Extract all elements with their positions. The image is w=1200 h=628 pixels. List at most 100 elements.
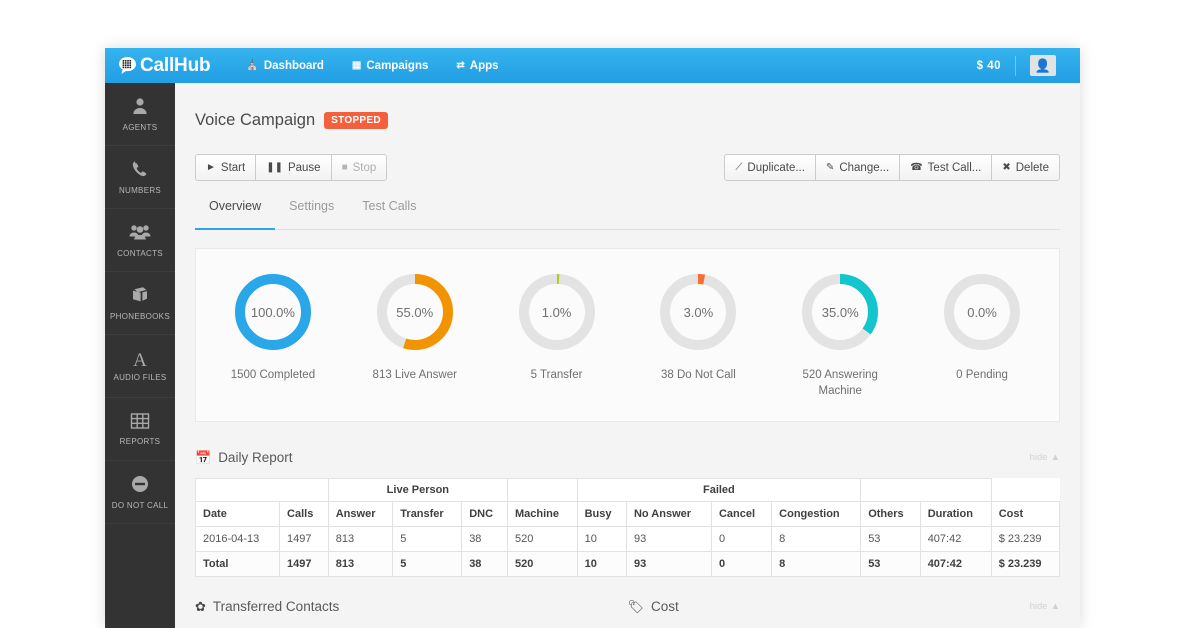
playback-button-group: ► Start ❚❚ Pause ■ Stop	[195, 154, 388, 181]
table-cell: 53	[860, 551, 921, 578]
sidebar-item-do-not-call-label: DO NOT CALL	[111, 501, 169, 510]
phone-icon	[130, 159, 150, 183]
top-navbar: CallHub ⛪ Dashboard ▦ Campaigns ⇄ Apps $…	[105, 48, 1080, 83]
table-column-header: Congestion	[771, 501, 862, 528]
daily-report-hide-toggle[interactable]: hide ▲	[1030, 452, 1060, 463]
table-column-header: Answer	[327, 501, 394, 528]
sidebar-item-phonebooks[interactable]: PHONEBOOKS	[105, 272, 175, 335]
test-call-button[interactable]: ☎ Test Call...	[900, 154, 993, 181]
transferred-contacts-title: ✿ Transferred Contacts	[195, 599, 339, 614]
sidebar-item-agents[interactable]: AGENTS	[105, 83, 175, 146]
delete-button[interactable]: ✖ Delete	[992, 154, 1060, 181]
action-toolbar: ► Start ❚❚ Pause ■ Stop ⟋ Duplicate... ✎…	[195, 154, 1060, 181]
stop-icon: ■	[341, 161, 348, 173]
nav-item-campaigns[interactable]: ▦ Campaigns	[338, 48, 442, 83]
navbar-right: $ 40 👤	[963, 48, 1080, 83]
sidebar-item-numbers-label: NUMBERS	[118, 186, 162, 195]
change-button[interactable]: ✎ Change...	[815, 154, 901, 181]
donut-percent-label: 100.0%	[250, 304, 295, 320]
pause-button[interactable]: ❚❚ Pause	[256, 154, 332, 181]
table-cell: 2016-04-13	[194, 526, 281, 553]
table-cell: 813	[327, 526, 394, 553]
table-cell: 1497	[279, 526, 329, 553]
table-cell: 520	[506, 526, 578, 553]
donut-percent-label: 3.0%	[683, 304, 714, 320]
table-cell: 38	[461, 551, 508, 578]
sidebar-item-reports[interactable]: REPORTS	[105, 398, 175, 461]
donut-chart: 100.0%	[230, 269, 316, 355]
letter-a-icon: A	[133, 349, 147, 371]
table-column-header: Calls	[279, 501, 329, 528]
tab-overview[interactable]: Overview	[195, 199, 276, 230]
table-column-header: Cost	[990, 501, 1061, 528]
speech-bubble-grid-icon	[118, 56, 137, 75]
donut-percent-label: 35.0%	[821, 304, 859, 320]
sidebar-item-numbers[interactable]: NUMBERS	[105, 146, 175, 209]
brand-logo[interactable]: CallHub	[118, 56, 211, 75]
table-cell: 520	[506, 551, 578, 578]
table-cell: 38	[461, 526, 508, 553]
table-cell: 93	[625, 551, 712, 578]
table-cell: 407:42	[919, 551, 992, 578]
table-cell: 0	[710, 526, 773, 553]
shuffle-icon: ⇄	[456, 60, 465, 71]
daily-report-header: 📅 Daily Report hide ▲	[195, 446, 1060, 468]
sidebar-item-reports-label: REPORTS	[119, 437, 161, 446]
nav-links: ⛪ Dashboard ▦ Campaigns ⇄ Apps	[232, 48, 512, 83]
table-group-header: Failed	[576, 478, 862, 503]
table-group-header-row: Live Person Failed	[195, 478, 1060, 503]
donut-caption: 5 Transfer	[530, 369, 583, 381]
pause-icon: ❚❚	[266, 161, 283, 173]
donut-chart: 3.0%	[655, 269, 741, 355]
donut-caption: 813 Live Answer	[372, 369, 457, 381]
sidebar: AGENTS NUMBERS CONTACTS PHONEBOOKS A AUD…	[105, 83, 175, 628]
daily-report-hide-label: hide	[1029, 451, 1048, 463]
table-column-header: Others	[860, 501, 921, 528]
book-icon	[130, 285, 150, 309]
main-content: Voice Campaign STOPPED ► Start ❚❚ Pause …	[175, 83, 1080, 628]
cost-section: 🏷 Cost hide ▲	[628, 599, 1061, 614]
stop-button[interactable]: ■ Stop	[331, 154, 388, 181]
avatar[interactable]: 👤	[1030, 55, 1056, 76]
daily-report-title: 📅 Daily Report	[195, 450, 292, 465]
table-column-header: Duration	[919, 501, 992, 528]
tab-settings[interactable]: Settings	[275, 199, 348, 230]
nav-item-apps[interactable]: ⇄ Apps	[442, 48, 512, 83]
donut-percent-label: 0.0%	[967, 304, 997, 320]
copy-icon: ⟋	[735, 161, 743, 173]
duplicate-button[interactable]: ⟋ Duplicate...	[724, 154, 816, 181]
calendar-icon: 📅	[195, 449, 212, 465]
pause-button-label: Pause	[287, 161, 321, 174]
sidebar-item-audio-files[interactable]: A AUDIO FILES	[105, 335, 175, 398]
donut-metric: 1.0% 5 Transfer	[486, 269, 628, 384]
app-window: CallHub ⛪ Dashboard ▦ Campaigns ⇄ Apps $…	[105, 48, 1080, 628]
cost-hide-toggle[interactable]: hide ▲	[1030, 601, 1060, 612]
phone-icon: ☎	[910, 161, 923, 173]
table-cell: 1497	[279, 551, 329, 578]
home-icon: ⛪	[246, 60, 259, 71]
table-group-header-blank	[860, 478, 992, 503]
donut-chart: 55.0%	[372, 269, 458, 355]
donut-caption: 38 Do Not Call	[661, 369, 736, 381]
donut-metric: 100.0% 1500 Completed	[202, 269, 344, 384]
sidebar-item-contacts[interactable]: CONTACTS	[105, 209, 175, 272]
table-column-header: Date	[194, 501, 281, 528]
donut-chart: 35.0%	[797, 269, 883, 355]
table-cell: $ 23.239	[990, 551, 1061, 578]
table-cell: 407:42	[919, 526, 992, 553]
tab-test-calls[interactable]: Test Calls	[348, 199, 430, 230]
nav-item-dashboard[interactable]: ⛪ Dashboard	[232, 48, 338, 83]
sidebar-item-do-not-call[interactable]: DO NOT CALL	[105, 461, 175, 524]
start-button[interactable]: ► Start	[195, 154, 257, 181]
credit-balance: $ 40	[976, 59, 1001, 72]
edit-icon: ✎	[825, 161, 835, 173]
donut-caption: 0 Pending	[956, 369, 1008, 381]
sidebar-item-contacts-label: CONTACTS	[117, 249, 163, 258]
donut-chart: 1.0%	[514, 269, 600, 355]
transferred-contacts-section: ✿ Transferred Contacts	[195, 599, 628, 614]
daily-report-tbody: 2016-04-13 1497 813 5 38 520 10 93 0 8 53 407:42 $ 2…	[194, 526, 1061, 578]
table-group-header-blank	[195, 478, 329, 503]
donut-metric: 55.0% 813 Live Answer	[344, 269, 486, 384]
donut-percent-label: 55.0%	[396, 304, 434, 320]
table-column-header: Cancel	[710, 501, 773, 528]
